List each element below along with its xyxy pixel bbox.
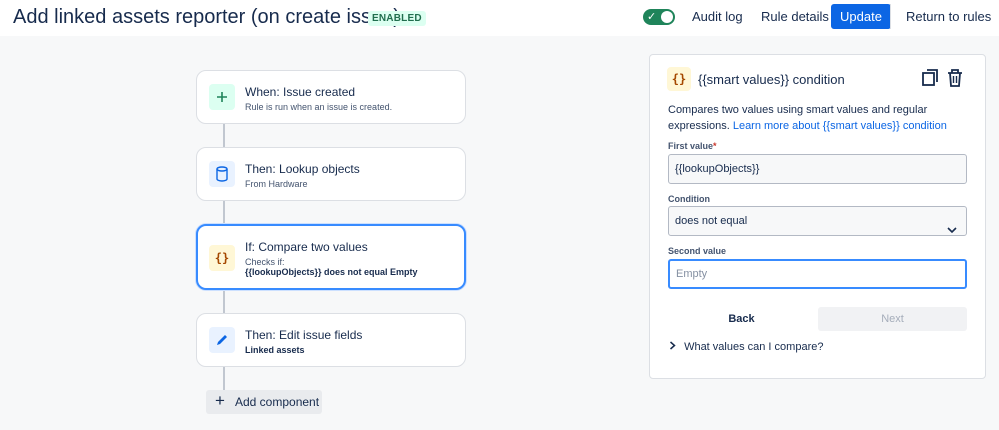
flow-step-compare-values[interactable]: {} If: Compare two values Checks if: {{l…	[196, 224, 466, 290]
flow-connector	[223, 366, 225, 392]
plus-icon: +	[215, 391, 225, 410]
flow-connector	[223, 201, 225, 225]
chevron-right-icon	[669, 341, 681, 352]
expander-label: What values can I compare?	[684, 341, 824, 353]
condition-config-panel: {} {{smart values}} condition Compares t…	[649, 54, 986, 379]
audit-log-button[interactable]: Audit log	[684, 4, 751, 29]
learn-more-link[interactable]: Learn more about {{smart values}} condit…	[733, 120, 947, 132]
braces-icon: {}	[667, 67, 691, 91]
header-bar: Add linked assets reporter (on create is…	[0, 0, 999, 36]
step-title: Then: Edit issue fields	[245, 328, 363, 342]
condition-value: does not equal	[675, 215, 748, 227]
flow-step-lookup-objects[interactable]: Then: Lookup objects From Hardware	[196, 147, 466, 201]
next-button[interactable]: Next	[818, 307, 967, 331]
braces-icon: {}	[209, 245, 235, 271]
condition-select[interactable]: does not equal	[668, 206, 967, 236]
pencil-icon	[209, 327, 235, 353]
duplicate-icon[interactable]	[921, 68, 941, 90]
second-value-label: Second value	[668, 246, 727, 256]
step-detail: {{lookupObjects}} does not equal Empty	[245, 267, 418, 277]
first-value-label-text: First value	[668, 141, 714, 151]
return-to-rules-button[interactable]: Return to rules	[898, 4, 999, 29]
database-icon	[209, 161, 235, 187]
back-button[interactable]: Back	[668, 307, 815, 331]
flow-step-edit-fields[interactable]: Then: Edit issue fields Linked assets	[196, 313, 466, 367]
panel-title: {{smart values}} condition	[698, 72, 845, 87]
flow-connector	[223, 123, 225, 148]
step-title: When: Issue created	[245, 85, 356, 99]
page-title: Add linked assets reporter (on create is…	[13, 6, 400, 28]
plus-icon	[209, 84, 235, 110]
flow-step-trigger[interactable]: When: Issue created Rule is run when an …	[196, 70, 466, 124]
rule-enabled-toggle[interactable]: ✓	[643, 9, 675, 25]
required-mark: *	[713, 141, 717, 151]
check-icon: ✓	[647, 11, 657, 23]
step-title: If: Compare two values	[245, 240, 368, 254]
what-values-expander[interactable]: What values can I compare?	[669, 341, 823, 353]
update-button[interactable]: Update	[831, 4, 891, 29]
trash-icon[interactable]	[946, 68, 966, 90]
step-subtitle: Rule is run when an issue is created.	[245, 102, 393, 112]
first-value-label: First value*	[668, 141, 717, 151]
toggle-knob	[661, 11, 673, 23]
panel-description: Compares two values using smart values a…	[668, 102, 968, 134]
first-value-input[interactable]: {{lookupObjects}}	[668, 154, 967, 184]
condition-label: Condition	[668, 194, 710, 204]
step-subtitle: From Hardware	[245, 179, 308, 189]
second-value-input[interactable]: Empty	[668, 259, 967, 289]
add-component-button[interactable]: + Add component	[206, 390, 322, 414]
add-component-label: Add component	[235, 395, 320, 409]
step-subtitle: Linked assets	[245, 345, 305, 355]
step-subtitle: Checks if:	[245, 257, 285, 267]
header-divider	[890, 4, 891, 29]
flow-connector	[223, 290, 225, 314]
status-badge: ENABLED	[368, 11, 426, 26]
rule-details-button[interactable]: Rule details	[753, 4, 837, 29]
chevron-down-icon	[947, 217, 957, 245]
step-title: Then: Lookup objects	[245, 162, 360, 176]
